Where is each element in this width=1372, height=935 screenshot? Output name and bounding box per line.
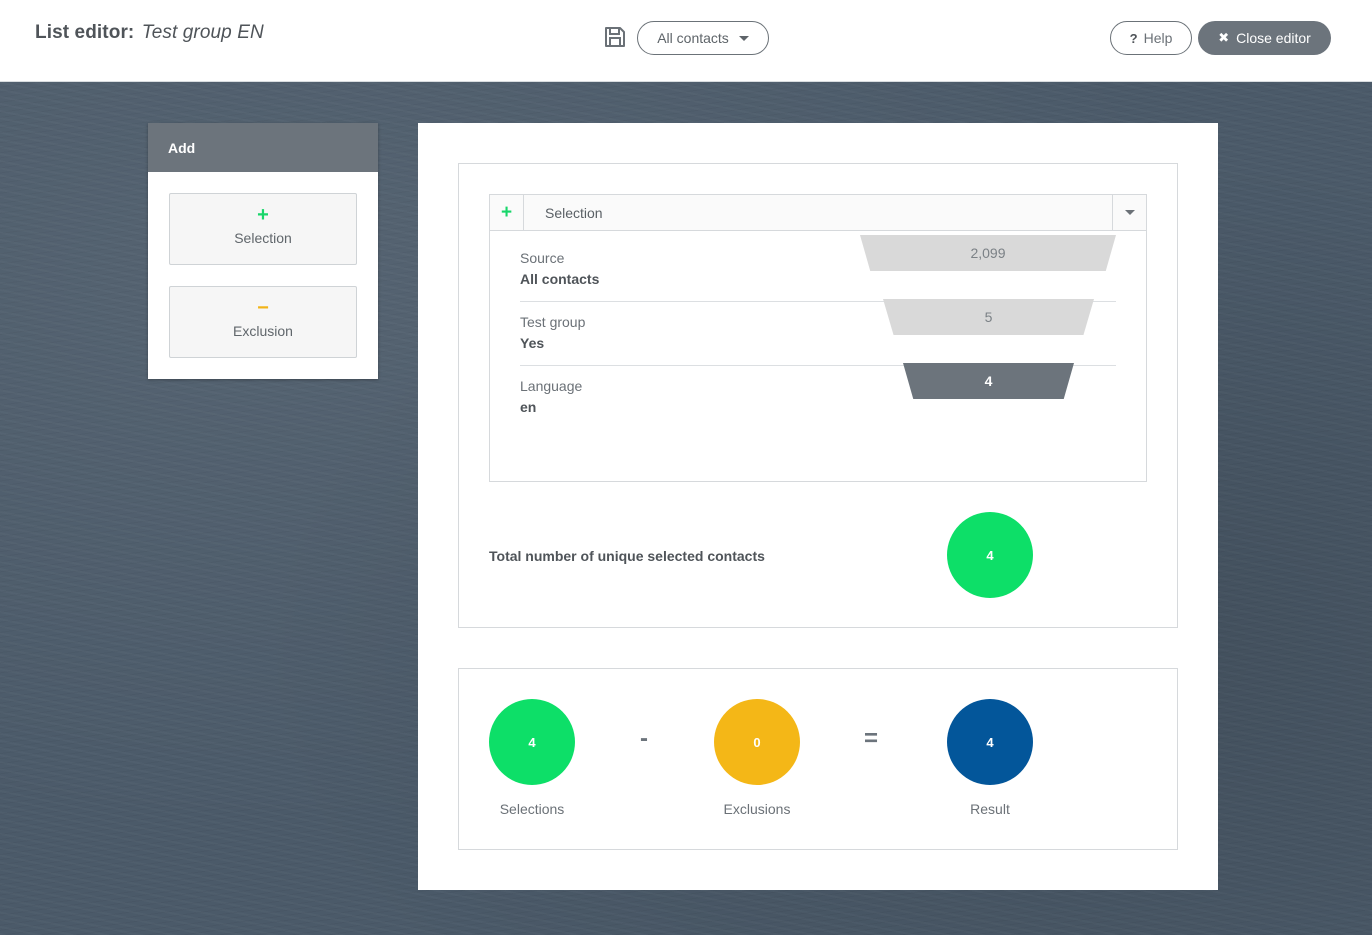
selection-header: + Selection — [490, 195, 1146, 231]
criterion-value: All contacts — [520, 271, 600, 287]
funnel-count-bar: 5 — [883, 299, 1094, 335]
help-button[interactable]: ? Help — [1110, 21, 1192, 55]
plus-icon: + — [257, 204, 269, 226]
add-panel-title: Add — [148, 123, 378, 172]
minus-operator: - — [640, 725, 648, 752]
total-unique-count: 4 — [947, 512, 1033, 598]
selection-menu-toggle[interactable] — [1112, 195, 1146, 230]
add-exclusion-button[interactable]: − Exclusion — [169, 286, 357, 358]
criterion-value: en — [520, 399, 537, 415]
selection-title: Selection — [545, 205, 603, 221]
close-icon: ✖ — [1218, 30, 1230, 45]
criterion-label: Source — [520, 250, 565, 266]
chevron-down-icon — [738, 35, 749, 41]
exclusions-count: 0 — [714, 699, 800, 785]
criterion-row[interactable]: Source All contacts 2,099 — [520, 235, 1116, 302]
selection-section: + Selection Source All contacts 2,099 Te… — [458, 163, 1178, 628]
result-label: Result — [970, 801, 1010, 817]
criterion-label: Language — [520, 378, 583, 394]
top-bar: List editor: Test group EN All contacts … — [0, 0, 1372, 82]
criterion-label: Test group — [520, 314, 586, 330]
criterion-row[interactable]: Test group Yes 5 — [520, 299, 1116, 366]
source-dropdown-label: All contacts — [657, 30, 729, 46]
add-criterion-icon[interactable]: + — [490, 195, 524, 230]
floppy-disk-icon[interactable] — [604, 26, 626, 48]
add-selection-button[interactable]: + Selection — [169, 193, 357, 265]
minus-icon: − — [257, 297, 269, 319]
page-title: List editor: Test group EN — [35, 22, 264, 44]
funnel-count-bar: 4 — [903, 363, 1074, 399]
question-icon: ? — [1129, 30, 1138, 46]
source-dropdown[interactable]: All contacts — [637, 21, 769, 55]
close-editor-label: Close editor — [1236, 30, 1311, 46]
result-section: 4 Selections - 0 Exclusions = 4 Result — [458, 668, 1178, 850]
main-card: + Selection Source All contacts 2,099 Te… — [418, 123, 1218, 890]
funnel-count-bar: 2,099 — [860, 235, 1116, 271]
criterion-row[interactable]: Language en 4 — [520, 363, 1116, 430]
result-count: 4 — [947, 699, 1033, 785]
equals-operator: = — [864, 725, 879, 752]
criterion-value: Yes — [520, 335, 545, 351]
selections-label: Selections — [499, 801, 565, 817]
help-label: Help — [1143, 30, 1173, 46]
add-selection-label: Selection — [234, 230, 292, 246]
selection-block: + Selection Source All contacts 2,099 Te… — [489, 194, 1147, 482]
total-unique-label: Total number of unique selected contacts — [489, 548, 765, 564]
chevron-down-icon — [1124, 210, 1135, 215]
selections-count: 4 — [489, 699, 575, 785]
exclusions-label: Exclusions — [723, 801, 791, 817]
add-exclusion-label: Exclusion — [233, 323, 293, 339]
close-editor-button[interactable]: ✖ Close editor — [1198, 21, 1331, 55]
list-name: Test group EN — [141, 22, 264, 43]
page-title-prefix: List editor: — [35, 22, 135, 43]
add-panel: Add + Selection − Exclusion — [148, 123, 378, 379]
